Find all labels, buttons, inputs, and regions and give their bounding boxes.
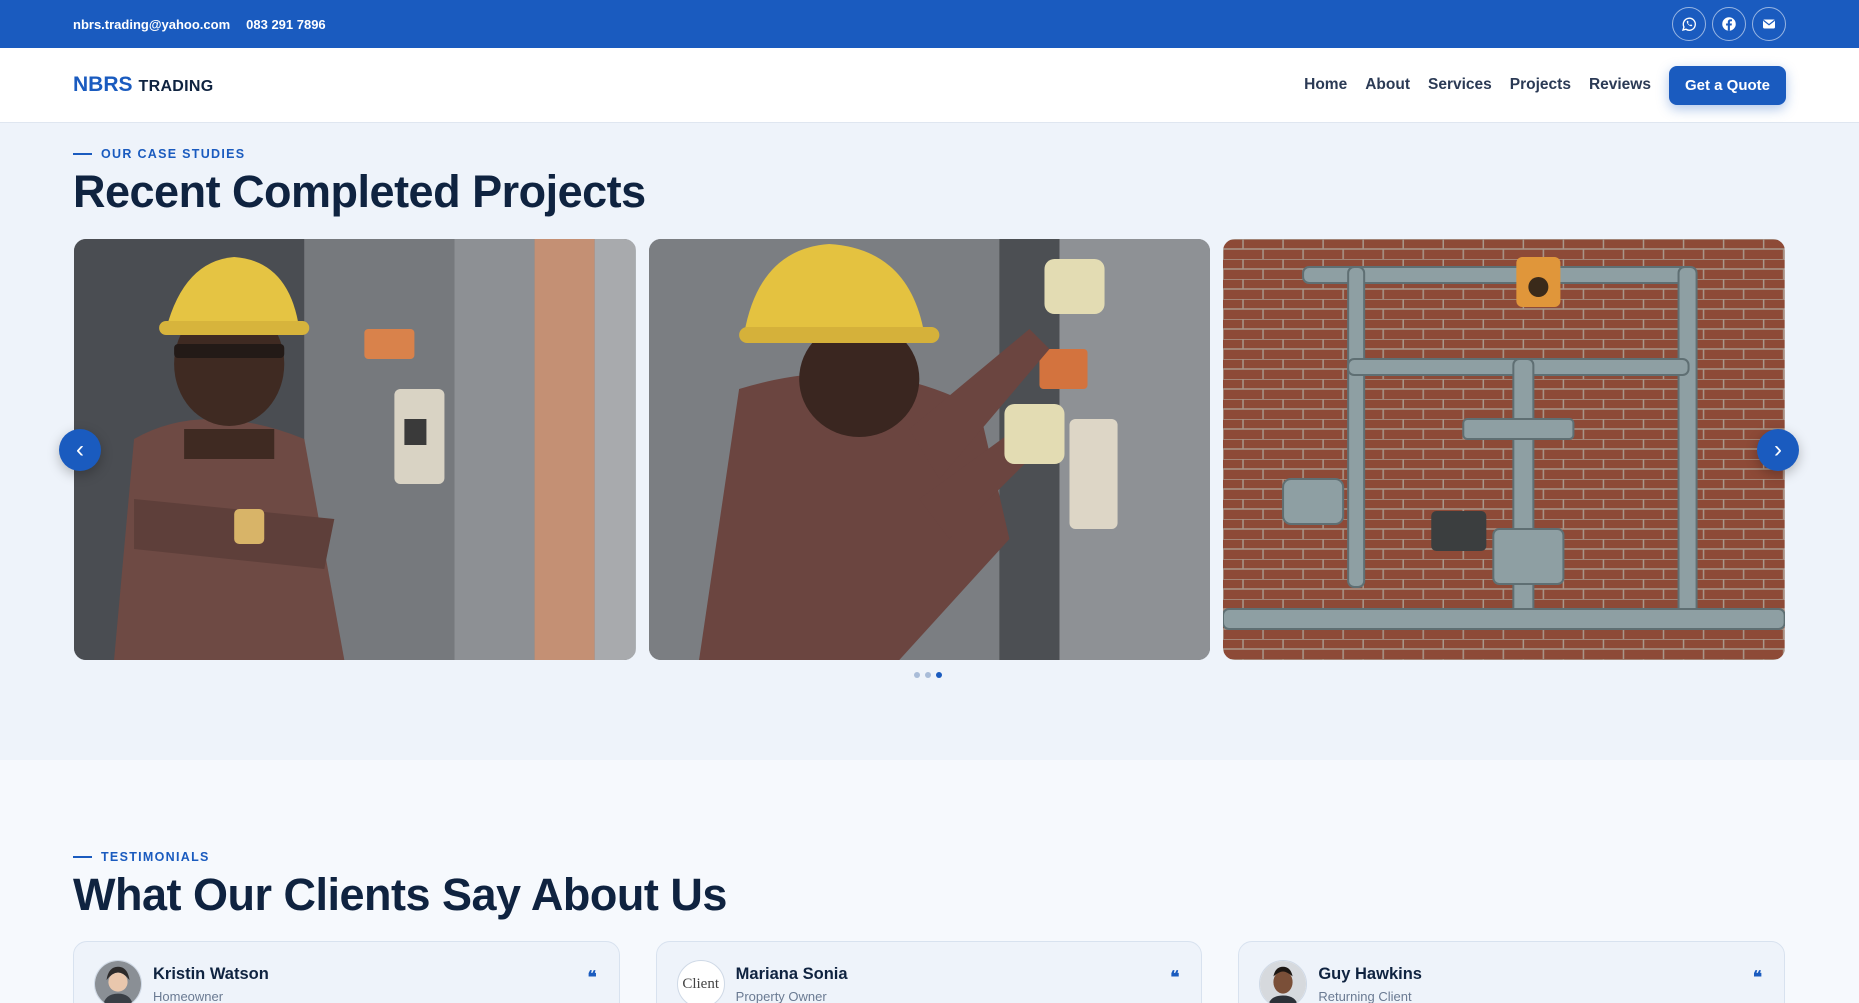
avatar	[1259, 960, 1308, 1003]
nav-link-reviews[interactable]: Reviews	[1589, 76, 1651, 94]
testimonial-cards: Kristin Watson Homeowner ❝ Client Marian…	[73, 941, 1786, 1003]
testimonials-eyebrow: TESTIMONIALS	[73, 850, 210, 864]
nav-link-services[interactable]: Services	[1428, 76, 1492, 94]
carousel-dots	[914, 672, 942, 678]
client-info: Kristin Watson Homeowner	[153, 965, 269, 1003]
quote-icon: ❝	[587, 968, 597, 988]
social-links	[1672, 7, 1786, 41]
carousel-prev-button[interactable]: ‹	[59, 429, 101, 471]
top-contact-bar: nbrs.trading@yahoo.com 083 291 7896	[0, 0, 1859, 48]
testimonial-card: Kristin Watson Homeowner ❝	[73, 941, 620, 1003]
client-info: Guy Hawkins Returning Client	[1318, 965, 1422, 1003]
client-info: Mariana Sonia Property Owner	[736, 965, 848, 1003]
projects-carousel	[74, 239, 1786, 660]
carousel-dot-3[interactable]	[936, 672, 942, 678]
projects-title: Recent Completed Projects	[73, 166, 646, 217]
contact-email[interactable]: nbrs.trading@yahoo.com	[73, 17, 230, 32]
client-name: Guy Hawkins	[1318, 965, 1422, 983]
nav-link-projects[interactable]: Projects	[1510, 76, 1571, 94]
testimonials-eyebrow-text: TESTIMONIALS	[101, 850, 210, 864]
client-role: Returning Client	[1318, 989, 1412, 1003]
worker-panel-image	[648, 239, 1211, 660]
logo-mark: NBRS	[73, 73, 133, 96]
nav-links: Home About Services Projects Reviews Get…	[1304, 65, 1786, 105]
project-slide-1[interactable]	[74, 239, 636, 660]
eyebrow-line	[73, 856, 92, 858]
whatsapp-icon[interactable]	[1672, 7, 1706, 41]
nav-link-home[interactable]: Home	[1304, 76, 1347, 94]
carousel-dot-1[interactable]	[914, 672, 920, 678]
site-logo[interactable]: NBRS TRADING	[73, 73, 214, 97]
carousel-dot-2[interactable]	[925, 672, 931, 678]
testimonial-card: Client Mariana Sonia Property Owner ❝	[655, 941, 1203, 1003]
contact-info: nbrs.trading@yahoo.com 083 291 7896	[73, 17, 326, 32]
avatar-alt-text: Client	[682, 975, 719, 992]
project-slide-3[interactable]	[1223, 239, 1786, 660]
client-role: Homeowner	[153, 989, 224, 1003]
client-name: Kristin Watson	[153, 965, 269, 983]
mail-icon[interactable]	[1752, 7, 1786, 41]
facebook-icon[interactable]	[1712, 7, 1746, 41]
main-navigation: NBRS TRADING Home About Services Project…	[0, 48, 1859, 123]
testimonials-title: What Our Clients Say About Us	[73, 869, 727, 920]
testimonial-card: Guy Hawkins Returning Client ❝	[1238, 941, 1786, 1003]
worker-portrait-image	[74, 239, 636, 660]
logo-word: TRADING	[138, 78, 214, 95]
project-slide-2[interactable]	[648, 239, 1211, 660]
projects-eyebrow: OUR CASE STUDIES	[73, 147, 245, 161]
avatar	[94, 960, 142, 1003]
eyebrow-line	[73, 153, 92, 155]
projects-eyebrow-text: OUR CASE STUDIES	[101, 147, 246, 161]
nav-link-about[interactable]: About	[1365, 76, 1410, 94]
get-quote-button[interactable]: Get a Quote	[1668, 65, 1786, 105]
client-role: Property Owner	[735, 989, 827, 1003]
quote-icon: ❝	[1752, 968, 1763, 988]
contact-phone[interactable]: 083 291 7896	[246, 17, 326, 32]
gas-pipes-image	[1223, 239, 1786, 660]
client-name: Mariana Sonia	[735, 965, 848, 983]
quote-icon: ❝	[1170, 968, 1180, 988]
carousel-next-button[interactable]: ›	[1757, 429, 1799, 471]
avatar: Client	[676, 960, 725, 1003]
